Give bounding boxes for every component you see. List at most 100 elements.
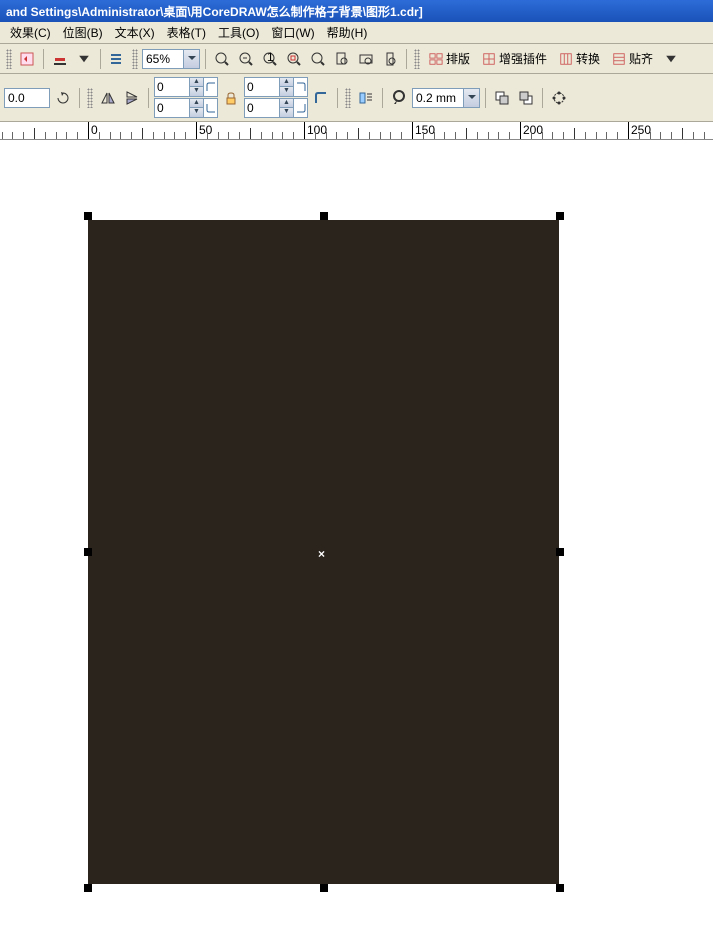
- zoom-in-button[interactable]: [211, 48, 233, 70]
- grip-icon[interactable]: [6, 49, 12, 69]
- to-front-button[interactable]: [491, 87, 513, 109]
- spin-down-icon[interactable]: ▼: [279, 87, 293, 96]
- ruler-minor-tick: [563, 132, 564, 140]
- convert-curve-button[interactable]: [548, 87, 570, 109]
- menu-table[interactable]: 表格(T): [161, 22, 212, 43]
- spin-up-icon[interactable]: ▲: [279, 99, 293, 108]
- rotation-input[interactable]: [4, 88, 50, 108]
- plugin-button[interactable]: 增强插件: [477, 47, 552, 70]
- menu-help[interactable]: 帮助(H): [321, 22, 374, 43]
- spin-up-icon[interactable]: ▲: [189, 78, 203, 87]
- lock-corners-button[interactable]: [220, 87, 242, 109]
- selection-handle[interactable]: [320, 212, 328, 220]
- ruler-minor-tick: [239, 132, 240, 140]
- corner-radius-bl-input[interactable]: ▲▼: [154, 98, 218, 118]
- menu-text[interactable]: 文本(X): [109, 22, 161, 43]
- layout-label: 排版: [446, 50, 470, 67]
- canvas[interactable]: ×: [0, 140, 713, 930]
- ruler-minor-tick: [110, 132, 111, 140]
- corner-style-button[interactable]: [310, 87, 332, 109]
- selection-handle[interactable]: [84, 884, 92, 892]
- spin-value[interactable]: [155, 78, 189, 96]
- toolbar-main: 1 排版 增强插件 转换 贴齐: [0, 44, 713, 74]
- menu-label: 效果(C): [10, 26, 51, 40]
- zoom-width-button[interactable]: [355, 48, 377, 70]
- selection-handle[interactable]: [84, 212, 92, 220]
- ruler-minor-tick: [498, 132, 499, 140]
- spin-value[interactable]: [155, 99, 189, 117]
- corner-radius-br-input[interactable]: ▲▼: [244, 98, 308, 118]
- selection-handle[interactable]: [556, 212, 564, 220]
- ruler-label: 150: [415, 123, 435, 137]
- property-bar: ▲▼ ▲▼ ▲▼ ▲▼: [0, 74, 713, 122]
- corner-radius-tl-input[interactable]: ▲▼: [154, 77, 218, 97]
- ruler-minor-tick: [218, 132, 219, 140]
- corner-icon: [293, 99, 307, 117]
- outline-dropdown-button[interactable]: [464, 88, 480, 108]
- spin-down-icon[interactable]: ▼: [189, 87, 203, 96]
- ruler-tick: 50: [196, 122, 197, 140]
- layout-button[interactable]: 排版: [424, 47, 475, 70]
- ruler-minor-tick: [45, 132, 46, 140]
- ruler-minor-tick: [596, 132, 597, 140]
- zoom-page-button[interactable]: [331, 48, 353, 70]
- ruler-minor-tick: [401, 132, 402, 140]
- ruler-minor-tick: [174, 132, 175, 140]
- corner-radius-tr-input[interactable]: ▲▼: [244, 77, 308, 97]
- ruler-minor-tick: [455, 132, 456, 140]
- selection-handle[interactable]: [320, 884, 328, 892]
- spin-value[interactable]: [245, 78, 279, 96]
- ruler-minor-tick: [99, 132, 100, 140]
- menu-label: 表格(T): [167, 26, 206, 40]
- menu-tools[interactable]: 工具(O): [212, 22, 265, 43]
- spin-value[interactable]: [245, 99, 279, 117]
- outline-width-input[interactable]: [412, 88, 464, 108]
- zoom-out-button[interactable]: [235, 48, 257, 70]
- snap-button[interactable]: 贴齐: [607, 47, 658, 70]
- ruler-minor-tick: [423, 132, 424, 140]
- plugin-label: 增强插件: [499, 50, 547, 67]
- zoom-dropdown-button[interactable]: [184, 49, 200, 69]
- dropdown-arrow-icon[interactable]: [73, 48, 95, 70]
- zoom-actual-button[interactable]: 1: [259, 48, 281, 70]
- convert-button[interactable]: 转换: [554, 47, 605, 70]
- zoom-fit-button[interactable]: [307, 48, 329, 70]
- grip-icon[interactable]: [414, 49, 420, 69]
- ruler-tick: 0: [88, 122, 89, 140]
- mirror-h-button[interactable]: [97, 87, 119, 109]
- text-wrap-button[interactable]: [355, 87, 377, 109]
- selection-handle[interactable]: [556, 548, 564, 556]
- zoom-selection-button[interactable]: [283, 48, 305, 70]
- center-marker-icon: ×: [318, 547, 325, 561]
- to-back-button[interactable]: [515, 87, 537, 109]
- separator: [337, 88, 338, 108]
- menu-bar: 效果(C) 位图(B) 文本(X) 表格(T) 工具(O) 窗口(W) 帮助(H…: [0, 22, 713, 44]
- grip-icon[interactable]: [345, 88, 351, 108]
- zoom-input[interactable]: [142, 49, 184, 69]
- separator: [406, 49, 407, 69]
- menu-window[interactable]: 窗口(W): [265, 22, 320, 43]
- corner-icon: [203, 99, 217, 117]
- outline-width-combo[interactable]: [412, 88, 480, 108]
- ruler-minor-tick: [66, 132, 67, 140]
- import-button[interactable]: [16, 48, 38, 70]
- ruler-minor-tick: [23, 132, 24, 140]
- zoom-height-button[interactable]: [379, 48, 401, 70]
- spin-up-icon[interactable]: ▲: [189, 99, 203, 108]
- menu-effect[interactable]: 效果(C): [4, 22, 57, 43]
- options-button[interactable]: [106, 48, 128, 70]
- grip-icon[interactable]: [87, 88, 93, 108]
- ruler-minor-tick: [617, 132, 618, 140]
- selection-handle[interactable]: [556, 884, 564, 892]
- selection-handle[interactable]: [84, 548, 92, 556]
- spin-up-icon[interactable]: ▲: [279, 78, 293, 87]
- snap-dropdown-icon[interactable]: [660, 48, 682, 70]
- zoom-combo[interactable]: [142, 49, 200, 69]
- mirror-v-button[interactable]: [121, 87, 143, 109]
- export-button[interactable]: [49, 48, 71, 70]
- menu-bitmap[interactable]: 位图(B): [57, 22, 109, 43]
- grip-icon[interactable]: [132, 49, 138, 69]
- window-titlebar: and Settings\Administrator\桌面\用CoreDRAW怎…: [0, 0, 713, 22]
- spin-down-icon[interactable]: ▼: [279, 108, 293, 117]
- spin-down-icon[interactable]: ▼: [189, 108, 203, 117]
